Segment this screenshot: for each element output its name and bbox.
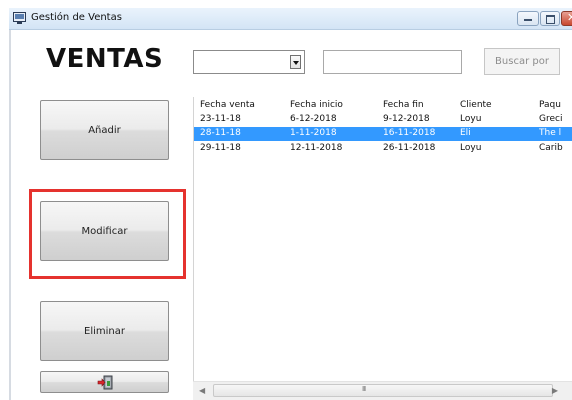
scrollbar-grip-icon: III xyxy=(362,385,366,393)
table-cell: The l xyxy=(539,128,562,138)
table-row-selected[interactable]: 28-11-18 1-11-2018 16-11-2018 Eli The l xyxy=(194,127,572,141)
table-cell: 29-11-18 xyxy=(200,143,241,153)
table-cell: 16-11-2018 xyxy=(383,128,436,138)
exit-button[interactable] xyxy=(40,371,169,393)
search-by-button[interactable]: Buscar por xyxy=(484,48,560,75)
background-edge xyxy=(0,0,9,400)
maximize-button[interactable] xyxy=(540,11,560,26)
page-title: VENTAS xyxy=(46,44,164,74)
table-cell: 23-11-18 xyxy=(200,114,241,124)
table-cell: Eli xyxy=(460,128,471,138)
scroll-left-arrow-icon[interactable]: ◀ xyxy=(199,386,205,395)
sales-table[interactable]: Fecha venta Fecha inicio Fecha fin Clien… xyxy=(193,97,572,400)
filter-dropdown[interactable] xyxy=(193,50,305,74)
table-cell: 12-11-2018 xyxy=(290,143,343,153)
table-row[interactable]: 23-11-18 6-12-2018 9-12-2018 Loyu Greci xyxy=(194,113,572,126)
modify-button[interactable]: Modificar xyxy=(40,201,169,261)
table-cell: Greci xyxy=(539,114,563,124)
add-button[interactable]: Añadir xyxy=(40,100,169,160)
column-header-end-date[interactable]: Fecha fin xyxy=(383,100,455,110)
horizontal-scrollbar[interactable]: ◀ III ▶ xyxy=(193,381,572,400)
column-header-start-date[interactable]: Fecha inicio xyxy=(290,100,372,110)
table-header: Fecha venta Fecha inicio Fecha fin Clien… xyxy=(194,99,572,112)
table-cell: 6-12-2018 xyxy=(290,114,337,124)
table-cell: Loyu xyxy=(460,143,482,153)
search-input[interactable] xyxy=(323,50,462,74)
app-window-icon xyxy=(13,12,26,24)
scroll-right-arrow-icon[interactable]: ▶ xyxy=(552,386,558,395)
window-title: Gestión de Ventas xyxy=(31,12,122,23)
window-left-border xyxy=(9,30,11,400)
scrollbar-thumb[interactable]: III xyxy=(213,384,553,397)
table-cell: 26-11-2018 xyxy=(383,143,436,153)
column-header-client[interactable]: Cliente xyxy=(460,100,528,110)
column-header-package[interactable]: Paqu xyxy=(539,100,572,110)
table-cell: 1-11-2018 xyxy=(290,128,337,138)
table-cell: 28-11-18 xyxy=(200,128,241,138)
chevron-down-icon[interactable] xyxy=(290,55,301,69)
window-title-bar[interactable]: Gestión de Ventas xyxy=(9,8,572,30)
table-cell: Carib xyxy=(539,143,563,153)
exit-door-icon xyxy=(97,375,113,390)
table-row[interactable]: 29-11-18 12-11-2018 26-11-2018 Loyu Cari… xyxy=(194,142,572,155)
table-cell: Loyu xyxy=(460,114,482,124)
minimize-button[interactable] xyxy=(517,11,539,26)
delete-button[interactable]: Eliminar xyxy=(40,301,169,361)
close-button[interactable] xyxy=(561,11,572,26)
table-cell: 9-12-2018 xyxy=(383,114,430,124)
column-header-sale-date[interactable]: Fecha venta xyxy=(200,100,282,110)
